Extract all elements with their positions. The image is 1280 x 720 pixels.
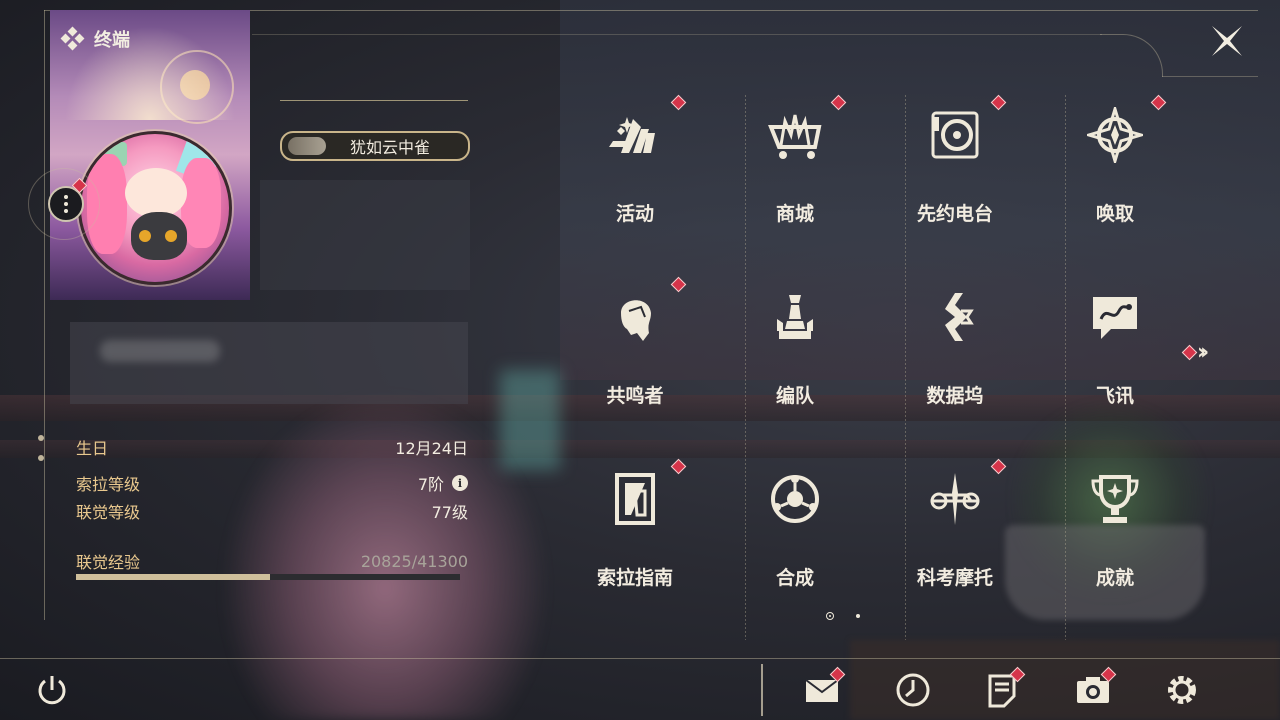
- power-icon: [38, 676, 66, 705]
- crown-cart-icon: [767, 107, 823, 163]
- menu-item-team[interactable]: 编队: [715, 277, 875, 457]
- page-indicator: [826, 612, 860, 620]
- frame-left-line: [44, 10, 45, 620]
- menu-item-label: 先约电台: [916, 203, 993, 225]
- xp-progress-fill: [76, 574, 270, 580]
- close-button[interactable]: [1208, 22, 1246, 60]
- compass-star-icon: [1087, 107, 1143, 163]
- menu-item-label: 编队: [775, 385, 814, 407]
- frame-inner-line: [252, 34, 1102, 35]
- clock-history-icon: [896, 673, 930, 707]
- badge: [1150, 94, 1167, 111]
- menu-item-label: 合成: [775, 567, 814, 589]
- xp-label: 联觉经验: [76, 553, 141, 572]
- stat-label: 联觉等级: [76, 503, 141, 522]
- settings-button[interactable]: [1162, 670, 1202, 710]
- info-icon[interactable]: i: [452, 475, 468, 491]
- stat-label: 索拉等级: [76, 475, 141, 494]
- camera-button[interactable]: [1073, 666, 1117, 710]
- menu-item-achievements[interactable]: 成就: [1035, 459, 1195, 639]
- mail-button[interactable]: [802, 666, 846, 710]
- stat-value: 77级: [432, 499, 468, 523]
- stat-value: 12月24日: [395, 435, 468, 459]
- data-dock-icon: [927, 289, 983, 345]
- radio-disc-icon: [927, 107, 983, 163]
- motorcycle-icon: [927, 471, 983, 527]
- player-name: 犹如云中雀: [349, 138, 430, 157]
- terminal-header: 终端: [60, 26, 130, 52]
- bottom-bar-separator: [761, 664, 763, 716]
- badge: [670, 276, 687, 293]
- badge: [670, 94, 687, 111]
- double-chevron-right-icon: ››: [1197, 340, 1209, 365]
- menu-item-label: 索拉指南: [596, 567, 673, 589]
- badge: [830, 94, 847, 111]
- stat-birthday: 生日 12月24日: [76, 436, 468, 458]
- notice-button[interactable]: [982, 666, 1026, 710]
- badge: [1181, 344, 1198, 361]
- page-title: 终端: [94, 30, 130, 51]
- profile-uid-area: [70, 322, 468, 404]
- terminal-menu-grid: 活动 商城 先约电台 唤取 共鸣者 编队 数据坞 飞讯 索拉指南 合成 科考摩托…: [555, 94, 1195, 640]
- frame-right-line: [1162, 76, 1258, 77]
- bottom-bar-line: [0, 658, 1280, 659]
- stat-value-text: 7阶: [417, 475, 444, 494]
- stat-label: 生日: [76, 439, 109, 458]
- xp-progress-bar: [76, 574, 460, 580]
- stat-value: 7阶 i: [418, 471, 468, 495]
- menu-item-label: 唤取: [1095, 203, 1134, 225]
- xp-value: 20825/41300: [360, 551, 468, 571]
- badge: [990, 458, 1007, 475]
- menu-item-label: 科考摩托: [916, 567, 993, 589]
- menu-item-label: 飞讯: [1095, 385, 1134, 407]
- page-dot-active[interactable]: [826, 612, 834, 620]
- power-button[interactable]: [32, 670, 72, 710]
- guide-book-icon: [607, 471, 663, 527]
- player-name-plate: 犹如云中雀: [280, 131, 470, 161]
- banner-ring-decoration: [160, 50, 234, 124]
- menu-item-label: 数据坞: [926, 385, 984, 407]
- badge: [670, 458, 687, 475]
- menu-item-resonators[interactable]: 共鸣者: [555, 276, 715, 457]
- stat-union-level: 联觉等级 77级: [76, 500, 468, 522]
- chess-team-icon: [767, 289, 823, 345]
- menu-item-shop[interactable]: 商城: [715, 94, 875, 275]
- stat-value-text: 77级: [431, 503, 468, 522]
- name-plate-emblem-icon: [288, 137, 326, 155]
- menu-item-radio[interactable]: 先约电台: [875, 94, 1035, 275]
- menu-item-events[interactable]: 活动: [555, 94, 715, 275]
- history-button[interactable]: [893, 670, 933, 710]
- name-divider: [280, 100, 468, 101]
- next-page-button[interactable]: ››: [1181, 340, 1209, 365]
- settings-gear-icon: [1168, 676, 1196, 704]
- close-star-icon: [1212, 26, 1242, 56]
- banner-sun-decoration: [180, 70, 210, 100]
- menu-item-label: 商城: [775, 203, 814, 225]
- sparkle-slash-icon: [607, 107, 663, 163]
- stat-value-text: 12月24日: [395, 439, 468, 458]
- profile-uid-text: [100, 340, 220, 362]
- menu-item-data-bank[interactable]: 数据坞: [875, 277, 1035, 457]
- menu-item-motorcycle[interactable]: 科考摩托: [875, 458, 1035, 639]
- trophy-icon: [1087, 471, 1143, 527]
- menu-item-label: 共鸣者: [606, 385, 664, 407]
- terminal-diamond-icon: [60, 26, 85, 51]
- menu-item-convene[interactable]: 唤取: [1035, 94, 1195, 275]
- character-head-icon: [607, 289, 663, 345]
- side-decoration: [36, 395, 46, 475]
- avatar[interactable]: [78, 131, 232, 285]
- stat-union-xp: 联觉经验 20825/41300: [76, 550, 468, 573]
- stat-sol-level: 索拉等级 7阶 i: [76, 472, 468, 494]
- menu-item-guidebook[interactable]: 索拉指南: [555, 458, 715, 639]
- message-bubble-icon: [1087, 289, 1143, 345]
- badge: [990, 94, 1007, 111]
- menu-item-messages[interactable]: 飞讯: [1035, 277, 1195, 457]
- menu-item-label: 成就: [1095, 567, 1134, 589]
- synthesis-orb-icon: [767, 471, 823, 527]
- menu-item-label: 活动: [615, 203, 654, 225]
- page-dot[interactable]: [856, 614, 860, 618]
- profile-signature-area: [260, 180, 470, 290]
